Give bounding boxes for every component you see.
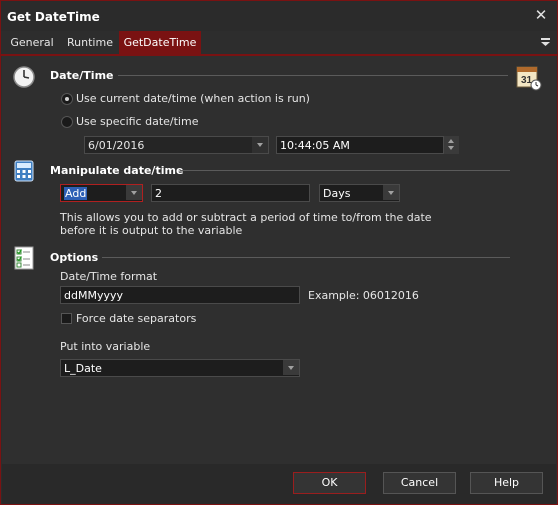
variable-dropdown[interactable]: L_Date: [60, 359, 300, 377]
tab-general[interactable]: General: [7, 31, 57, 54]
checklist-icon: [14, 246, 34, 273]
manipulate-help-line2: before it is output to the variable: [60, 224, 243, 237]
section-divider: [102, 257, 510, 258]
radio-specific-datetime[interactable]: [61, 116, 73, 128]
radio-current-datetime[interactable]: [61, 93, 73, 105]
variable-label: Put into variable: [60, 340, 151, 353]
unit-dropdown[interactable]: Days: [319, 184, 400, 202]
button-bar: OK Cancel Help: [2, 464, 556, 504]
manipulate-help-line1: This allows you to add or subtract a per…: [60, 211, 432, 224]
time-spinner[interactable]: [444, 136, 459, 154]
variable-value: L_Date: [64, 362, 102, 375]
tab-runtime[interactable]: Runtime: [63, 31, 117, 54]
calculator-icon: [14, 160, 34, 185]
menu-icon[interactable]: [539, 35, 553, 49]
section-divider: [118, 75, 508, 76]
spin-down-icon[interactable]: [448, 146, 454, 150]
time-value: 10:44:05 AM: [280, 139, 350, 152]
amount-value: 2: [155, 187, 162, 200]
format-example: Example: 06012016: [308, 289, 419, 302]
chevron-down-icon[interactable]: [383, 185, 399, 200]
tab-getdatetime[interactable]: GetDateTime: [119, 31, 201, 54]
section-title-datetime: Date/Time: [50, 69, 114, 82]
help-button[interactable]: Help: [470, 472, 543, 494]
cancel-button[interactable]: Cancel: [383, 472, 456, 494]
date-value: 6/01/2016: [88, 139, 145, 152]
unit-value: Days: [323, 187, 351, 200]
chevron-down-icon[interactable]: [252, 137, 268, 153]
operation-value: Add: [64, 187, 88, 200]
chevron-down-icon[interactable]: [283, 360, 299, 375]
title-bar: Get DateTime ✕: [1, 1, 557, 31]
format-field[interactable]: ddMMyyyy: [60, 286, 300, 304]
section-title-manipulate: Manipulate date/time: [50, 164, 184, 177]
force-separators-label[interactable]: Force date separators: [76, 312, 196, 325]
time-field[interactable]: 10:44:05 AM: [276, 136, 444, 154]
spin-up-icon[interactable]: [448, 139, 454, 143]
operation-dropdown[interactable]: Add: [60, 184, 143, 202]
calendar-icon[interactable]: 31: [516, 65, 542, 94]
amount-field[interactable]: 2: [151, 184, 310, 202]
force-separators-checkbox[interactable]: [61, 313, 72, 324]
clock-icon: [12, 65, 36, 92]
section-divider: [180, 170, 510, 171]
section-title-options: Options: [50, 251, 99, 264]
dialog-window: Get DateTime ✕ General Runtime GetDateTi…: [0, 0, 558, 505]
date-picker[interactable]: 6/01/2016: [84, 136, 269, 154]
content-panel: Date/Time 31 Use current date/time (when…: [2, 56, 556, 464]
tab-bar: General Runtime GetDateTime: [1, 31, 557, 56]
ok-button[interactable]: OK: [293, 472, 366, 494]
chevron-down-icon[interactable]: [126, 185, 142, 200]
window-title: Get DateTime: [7, 10, 100, 24]
radio-current-label[interactable]: Use current date/time (when action is ru…: [76, 92, 310, 105]
format-label: Date/Time format: [60, 270, 158, 283]
format-value: ddMMyyyy: [64, 289, 123, 302]
radio-specific-label[interactable]: Use specific date/time: [76, 115, 198, 128]
close-button[interactable]: ✕: [531, 5, 551, 25]
